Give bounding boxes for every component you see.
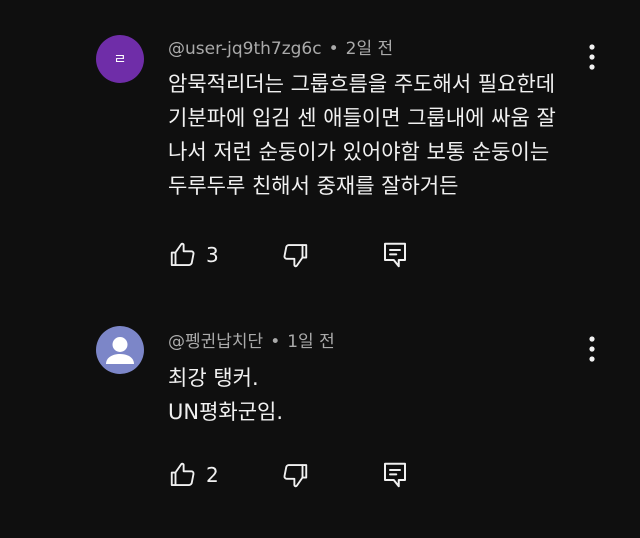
thumb-down-icon [280,460,310,490]
comment-text-line: UN평화군임. [168,400,284,424]
comment-menu-button[interactable] [580,336,604,366]
comment-menu-button[interactable] [580,44,604,74]
reply-icon [380,460,410,490]
dislike-button[interactable] [280,237,310,273]
avatar[interactable]: ㄹ [96,35,144,83]
thumb-up-icon [168,460,198,490]
comment-text-line: 암묵적리더는 그룹흐름을 주도해서 필요한데 [168,72,556,96]
reply-icon [380,240,410,270]
like-count: 3 [206,243,219,267]
comment-time[interactable]: 2일 전 [346,39,394,59]
meta-separator: • [270,332,281,352]
comment-time[interactable]: 1일 전 [287,332,335,352]
reply-button[interactable] [380,237,410,273]
comment-author[interactable]: @펭귄납치단 [168,332,263,352]
dislike-button[interactable] [280,457,310,493]
comment-thread-1: ㄹ @user-jq9th7zg6c • 2일 전 암묵적리더는 그룹흐름을 주도해… [0,0,640,290]
like-button[interactable]: 3 [168,237,219,273]
comment-text-line: 기분파에 입김 센 애들이면 그룹내에 싸움 잘 [168,106,556,130]
avatar-letter: ㄹ [113,52,127,68]
more-vert-icon [589,336,595,366]
comment-author[interactable]: @user-jq9th7zg6c [168,39,322,59]
default-user-icon [96,337,144,374]
comment-meta: @user-jq9th7zg6c • 2일 전 [168,38,393,60]
thumb-down-icon [280,240,310,270]
comment-text-line: 최강 탱커. [168,366,259,390]
comment-meta: @펭귄납치단 • 1일 전 [168,331,335,353]
comment-actions: 3 [168,237,428,273]
comment-text-line: 두루두루 친해서 중재를 잘하거든 [168,174,459,198]
comment-text: 암묵적리더는 그룹흐름을 주도해서 필요한데 기분파에 입김 센 애들이면 그룹… [168,67,598,203]
avatar[interactable] [96,326,144,374]
like-count: 2 [206,463,219,487]
comment-actions: 2 [168,457,428,493]
comment-text-line: 나서 저런 순둥이가 있어야함 보통 순둥이는 [168,140,550,164]
like-button[interactable]: 2 [168,457,219,493]
reply-button[interactable] [380,457,410,493]
more-vert-icon [589,44,595,74]
comment-text: 최강 탱커. UN평화군임. [168,361,598,429]
comment-thread-2: @펭귄납치단 • 1일 전 최강 탱커. UN평화군임. 2 [0,290,640,538]
meta-separator: • [328,39,339,59]
thumb-up-icon [168,240,198,270]
